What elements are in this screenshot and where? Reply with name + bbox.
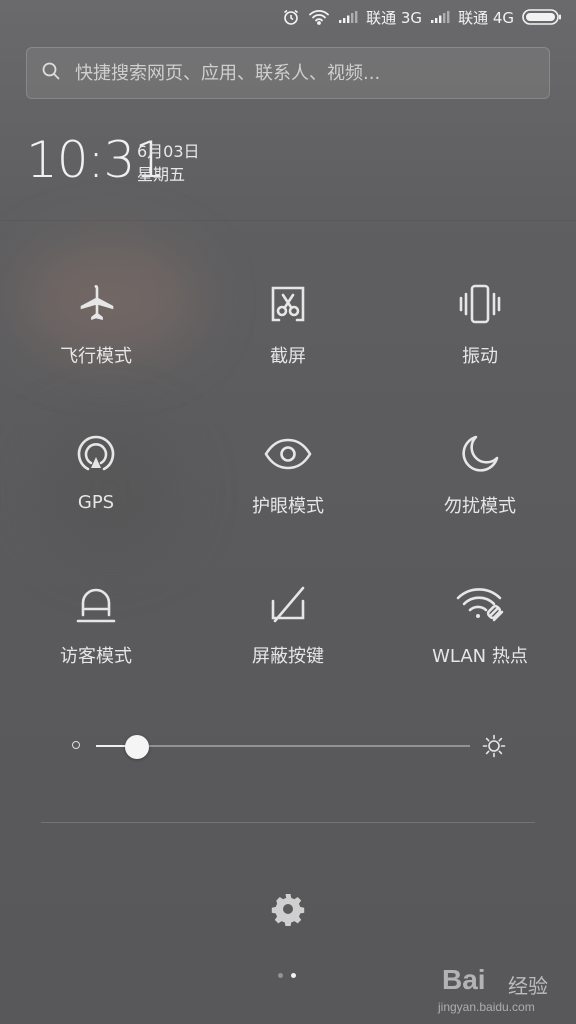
baidu-jingyan-watermark: Bai 经验 jingyan.baidu.com xyxy=(438,960,558,1020)
settings-button[interactable] xyxy=(270,893,306,929)
toggle-screenshot[interactable]: 截屏 xyxy=(192,278,384,368)
alarm-icon xyxy=(282,8,300,26)
vibrate-icon xyxy=(454,278,506,330)
block-keys-icon xyxy=(262,578,314,630)
brightness-thumb[interactable] xyxy=(125,735,150,759)
date-block[interactable]: 6月03日 星期五 xyxy=(137,140,200,186)
search-icon xyxy=(41,61,61,85)
toggle-wlan-hotspot[interactable]: WLAN 热点 xyxy=(384,578,576,668)
toggle-gps[interactable]: GPS xyxy=(0,428,192,518)
toggle-label: 截屏 xyxy=(270,346,306,367)
battery-icon xyxy=(522,8,562,26)
date-label: 6月03日 xyxy=(137,142,200,161)
toggle-label: 护眼模式 xyxy=(252,496,324,517)
eye-icon xyxy=(262,428,314,480)
toggle-label: 飞行模式 xyxy=(60,346,132,367)
brightness-low-icon xyxy=(72,741,80,749)
guest-icon xyxy=(70,578,122,630)
header-divider xyxy=(0,220,576,221)
carrier-2-label: 联通 4G xyxy=(458,8,514,27)
status-bar: 联通 3G 联通 4G xyxy=(0,0,576,34)
brightness-slider[interactable] xyxy=(68,731,508,761)
signal-icon xyxy=(430,10,450,24)
brightness-high-icon xyxy=(482,734,506,762)
moon-icon xyxy=(454,428,506,480)
gear-icon xyxy=(271,892,305,930)
screenshot-icon xyxy=(262,278,314,330)
watermark-url: jingyan.baidu.com xyxy=(438,1000,535,1014)
airplane-icon xyxy=(70,278,122,330)
toggle-label: WLAN 热点 xyxy=(432,646,528,667)
search-input[interactable] xyxy=(73,61,549,85)
page-dot-active xyxy=(291,973,296,978)
hotspot-icon xyxy=(454,578,506,630)
toggle-do-not-disturb[interactable]: 勿扰模式 xyxy=(384,428,576,518)
page-indicator xyxy=(278,973,296,978)
toggle-label: 勿扰模式 xyxy=(444,496,516,517)
toggle-label: 访客模式 xyxy=(60,646,132,667)
signal-icon xyxy=(338,10,358,24)
toggle-block-keys[interactable]: 屏蔽按键 xyxy=(192,578,384,668)
watermark-cn: 经验 xyxy=(508,974,548,998)
watermark-brand: Bai xyxy=(442,964,486,995)
toggle-label: GPS xyxy=(77,492,115,513)
panel-divider xyxy=(41,822,535,823)
quick-toggles-grid: 飞行模式 截屏 振动 GPS 护眼模式 勿扰模式 访客模式 屏蔽按键 WLAN … xyxy=(0,278,576,668)
gps-icon xyxy=(70,428,122,480)
toggle-eye-care-mode[interactable]: 护眼模式 xyxy=(192,428,384,518)
carrier-1-label: 联通 3G xyxy=(366,8,423,27)
toggle-guest-mode[interactable]: 访客模式 xyxy=(0,578,192,668)
brightness-track[interactable] xyxy=(96,745,470,747)
toggle-label: 屏蔽按键 xyxy=(252,646,324,667)
toggle-label: 振动 xyxy=(462,346,498,367)
toggle-airplane-mode[interactable]: 飞行模式 xyxy=(0,278,192,368)
search-bar[interactable] xyxy=(26,47,550,99)
page-dot xyxy=(278,973,283,978)
weekday-label: 星期五 xyxy=(137,165,186,184)
wifi-icon xyxy=(308,9,330,25)
toggle-vibrate[interactable]: 振动 xyxy=(384,278,576,368)
